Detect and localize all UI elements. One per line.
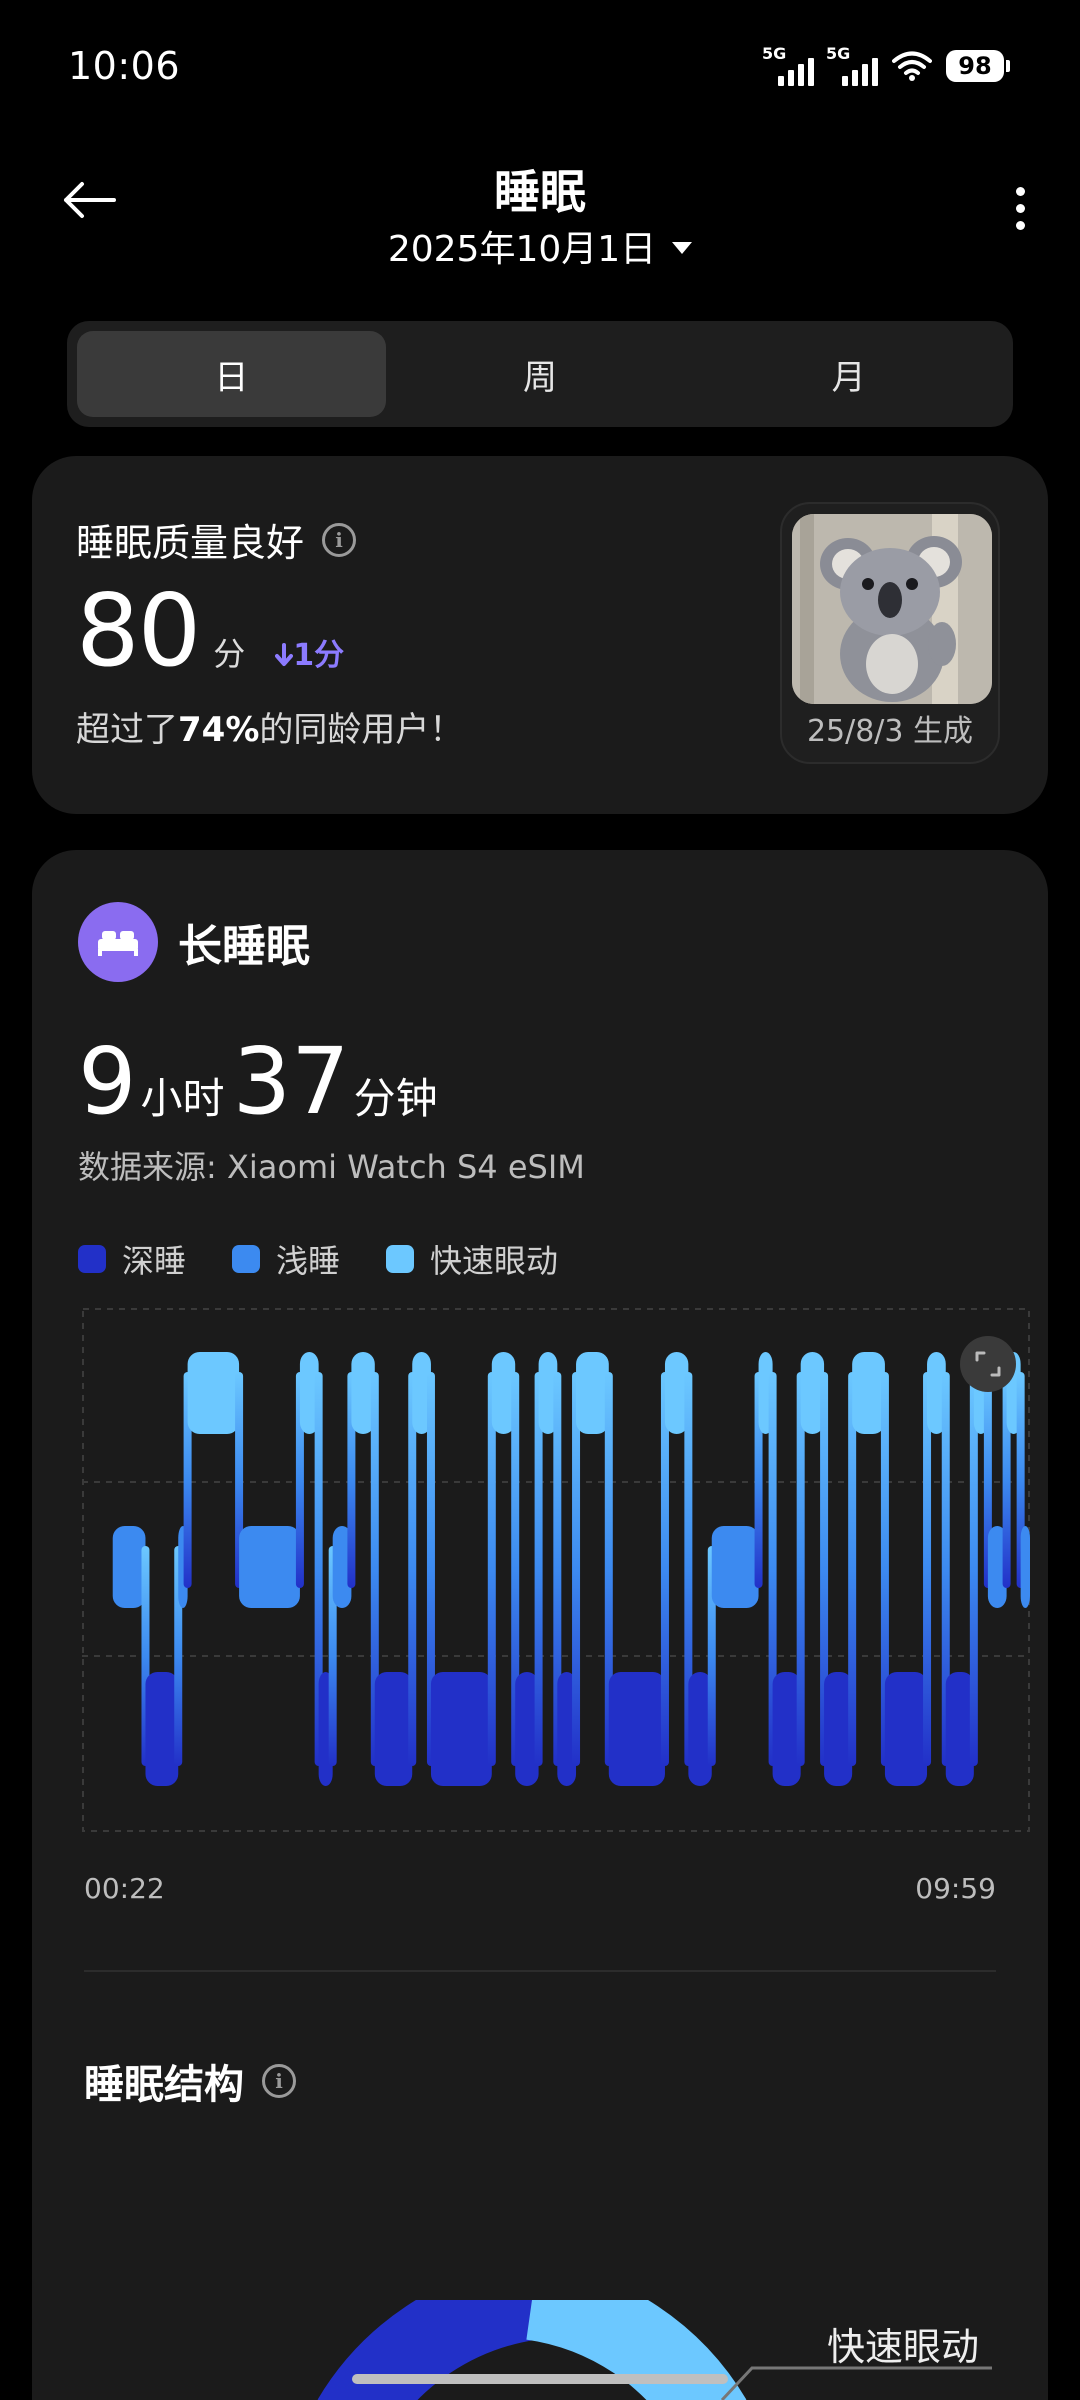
- expand-chart-button[interactable]: [960, 1336, 1016, 1392]
- score-row: 80 分 1分: [76, 572, 344, 689]
- cellular-signal-icon: 5G: [826, 44, 878, 86]
- legend-label-light: 浅睡: [276, 1242, 341, 1280]
- divider: [84, 1970, 996, 1972]
- sleep-stage-chart[interactable]: [82, 1308, 1030, 1832]
- stage-bar: [852, 1352, 885, 1434]
- expand-icon: [975, 1351, 1001, 1377]
- percentile-prefix: 超过了: [76, 710, 178, 750]
- sleep-score: 80: [76, 572, 201, 689]
- dropdown-caret-icon: [672, 242, 693, 254]
- chart-end-time: 09:59: [915, 1872, 996, 1905]
- cellular-signal-icon: 5G: [762, 44, 814, 86]
- chart-start-time: 00:22: [84, 1872, 165, 1905]
- more-options-button[interactable]: [990, 175, 1050, 241]
- stage-transition: [660, 1372, 669, 1766]
- sleep-structure-title: 睡眠结构 i: [84, 2052, 296, 2110]
- stage-transition: [923, 1372, 932, 1766]
- network-type-label: 5G: [826, 44, 851, 63]
- sleep-duration: 9 小时 37 分钟: [78, 1028, 446, 1135]
- info-icon[interactable]: i: [262, 2064, 296, 2098]
- tab-week[interactable]: 周: [386, 331, 695, 417]
- stage-bar: [145, 1672, 179, 1786]
- legend-swatch-rem: [386, 1245, 415, 1273]
- stage-bar: [374, 1672, 413, 1786]
- network-type-label: 5G: [762, 44, 787, 63]
- long-sleep-card: 长睡眠 9 小时 37 分钟 数据来源: Xiaomi Watch S4 eSI…: [32, 850, 1048, 2400]
- stage-transition: [408, 1372, 417, 1766]
- stage-transition: [572, 1372, 581, 1766]
- tab-day[interactable]: 日: [77, 331, 386, 417]
- donut-label-rem: 快速眼动: [827, 2325, 980, 2369]
- sleep-quality-card[interactable]: 睡眠质量良好 i 80 分 1分 超过了74%的同龄用户！ 25/8/3 生成: [32, 456, 1048, 814]
- legend-light: 浅睡: [232, 1236, 340, 1282]
- legend-swatch-light: [232, 1245, 261, 1273]
- stage-bar: [576, 1352, 609, 1434]
- info-icon[interactable]: i: [322, 522, 357, 557]
- score-unit: 分: [213, 635, 246, 673]
- wifi-icon: [892, 51, 932, 81]
- data-source: 数据来源: Xiaomi Watch S4 eSIM: [78, 1148, 585, 1186]
- stage-bar: [239, 1526, 300, 1608]
- stage-bar: [187, 1352, 240, 1434]
- stage-bar: [824, 1672, 853, 1786]
- leader-line: [720, 2366, 992, 2400]
- donut-segment-rem: [525, 2300, 747, 2400]
- period-tabs: 日 周 月: [67, 321, 1013, 427]
- percentile-value: 74%: [178, 710, 260, 750]
- long-sleep-header: 长睡眠: [78, 902, 310, 982]
- arrow-down-icon: [275, 643, 294, 666]
- stage-bar: [772, 1672, 801, 1786]
- date-label: 2025年10月1日: [387, 229, 657, 270]
- stage-bar: [711, 1526, 759, 1608]
- percentile-text: 超过了74%的同龄用户！: [76, 702, 463, 751]
- stage-transition: [487, 1372, 496, 1766]
- stage-bar: [945, 1672, 974, 1786]
- legend-rem: 快速眼动: [386, 1236, 558, 1282]
- status-bar: 10:06 5G 5G 98: [0, 0, 1080, 140]
- legend-label-deep: 深睡: [122, 1242, 187, 1280]
- koala-avatar-image: [792, 514, 992, 704]
- tab-month[interactable]: 月: [694, 331, 1003, 417]
- sleep-structure-donut: 快速眼动 深睡: [32, 2300, 1048, 2400]
- status-time: 10:06: [68, 44, 181, 88]
- battery-indicator: 98: [946, 50, 1010, 82]
- home-indicator[interactable]: [352, 2374, 728, 2384]
- score-delta-value: 1分: [293, 638, 345, 673]
- sleep-structure-label: 睡眠结构: [84, 2062, 244, 2108]
- sleep-avatar-card[interactable]: 25/8/3 生成: [780, 502, 1000, 764]
- legend-swatch-deep: [78, 1245, 106, 1273]
- legend-label-rem: 快速眼动: [430, 1242, 559, 1280]
- percentile-suffix: 的同龄用户！: [259, 710, 464, 750]
- bed-icon: [78, 902, 158, 982]
- stage-transition: [534, 1372, 543, 1766]
- stage-transition: [796, 1372, 805, 1766]
- donut-segment-deep: [317, 2300, 539, 2400]
- quality-title: 睡眠质量良好 i: [76, 512, 357, 567]
- minutes-unit: 分钟: [353, 1074, 438, 1123]
- legend-deep: 深睡: [78, 1236, 186, 1282]
- stage-bar: [884, 1672, 928, 1786]
- hypnogram-svg: [82, 1308, 1030, 1832]
- quality-title-text: 睡眠质量良好: [76, 521, 305, 565]
- page-title: 睡眠: [494, 165, 586, 219]
- long-sleep-title: 长睡眠: [178, 921, 310, 972]
- stage-bar: [430, 1672, 492, 1786]
- score-delta: 1分: [275, 630, 344, 674]
- chart-legend: 深睡 浅睡 快速眼动: [78, 1236, 558, 1282]
- more-vertical-icon: [1015, 186, 1025, 196]
- status-icons: 5G 5G 98: [762, 44, 1010, 86]
- stage-bar: [1020, 1526, 1030, 1608]
- duration-hours: 9: [78, 1028, 137, 1135]
- stage-bar: [608, 1672, 665, 1786]
- stage-transition: [848, 1372, 857, 1766]
- avatar-generated-date: 25/8/3 生成: [806, 714, 974, 749]
- stage-bar: [112, 1526, 146, 1608]
- date-picker[interactable]: 2025年10月1日: [0, 220, 1080, 272]
- duration-minutes: 37: [232, 1028, 350, 1135]
- hours-unit: 小时: [140, 1074, 225, 1123]
